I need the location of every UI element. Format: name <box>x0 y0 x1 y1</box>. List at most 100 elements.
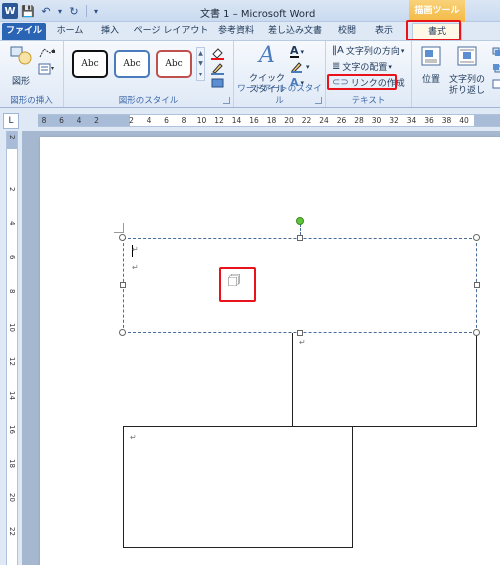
ribbon: 図形 図形の挿入 Abc Abc Abc ▲ ▼ ▾ 図形のスタイル A クイッ… <box>0 40 500 108</box>
shapes-button[interactable] <box>6 45 36 77</box>
redo-icon[interactable]: ↻ <box>66 3 82 19</box>
more-styles-icon[interactable]: ▾ <box>199 71 202 78</box>
document-page[interactable]: ↵ ↵ ↵ ↵ 🗇 <box>40 137 500 565</box>
vertical-ruler[interactable]: 2 2 4 6 8 10 12 14 16 18 20 22 <box>6 131 18 565</box>
undo-dropdown-icon[interactable]: ▾ <box>56 3 64 19</box>
ruler-number: 30 <box>371 116 382 125</box>
ruler-number: 18 <box>266 116 277 125</box>
title-bar: W 💾 ↶ ▾ ↻ ▾ 文書 1 – Microsoft Word 描画ツール <box>0 0 500 22</box>
tab-references[interactable]: 参考資料 <box>214 23 258 40</box>
shapes-label: 図形 <box>11 77 30 87</box>
group-arrange: 位置 文字列の 折り返し <box>412 41 500 107</box>
customize-qat-icon[interactable]: ▾ <box>91 3 101 19</box>
wrap-text-button[interactable] <box>454 45 480 67</box>
ruler-right-margin <box>474 115 500 126</box>
vruler-number: 4 <box>8 221 16 226</box>
quick-styles-button[interactable]: A <box>248 43 286 68</box>
wordart-launcher-icon[interactable] <box>315 97 322 104</box>
rotate-handle[interactable] <box>296 217 304 225</box>
text-box-icon[interactable] <box>38 63 56 75</box>
paragraph-mark: ↵ <box>130 433 137 442</box>
shape-style-swatch-black[interactable]: Abc <box>72 50 108 78</box>
window-title: 文書 1 – Microsoft Word <box>200 9 316 20</box>
wrap-text-icon <box>457 46 477 66</box>
ruler-number: 20 <box>284 116 294 125</box>
text-box-3[interactable]: ↵ <box>123 426 353 548</box>
create-link-highlight <box>327 74 397 90</box>
tab-file[interactable]: ファイル <box>2 23 46 40</box>
ruler-number: 4 <box>76 116 82 125</box>
shape-effects-icon[interactable] <box>210 77 228 89</box>
vruler-top-margin <box>7 131 17 149</box>
undo-icon[interactable]: ↶ <box>38 3 54 19</box>
ruler-number: 6 <box>164 116 169 125</box>
ruler-number: 10 <box>196 116 207 125</box>
scroll-down-icon[interactable]: ▼ <box>198 60 203 67</box>
ruler-number: 38 <box>441 116 452 125</box>
format-tab-highlight <box>406 20 461 41</box>
text-box-2[interactable]: ↵ <box>292 331 477 427</box>
text-align-icon: ≣ <box>332 61 341 72</box>
vruler-number: 22 <box>8 527 16 536</box>
vruler-number: 16 <box>8 425 16 434</box>
vruler-number: 2 <box>8 135 16 140</box>
text-align-button[interactable]: ≣ 文字の配置 ▾ <box>332 60 392 73</box>
document-area[interactable]: ↵ ↵ ↵ ↵ 🗇 <box>22 131 500 565</box>
resize-handle-nw[interactable] <box>119 234 126 241</box>
position-icon <box>421 46 441 66</box>
crop-mark <box>123 223 124 233</box>
horizontal-ruler[interactable]: 8 6 4 2 2 4 6 8 10 12 14 16 18 20 22 24 26 28 30 32 34 36 38 40 <box>38 114 500 127</box>
tab-page-layout[interactable]: ページ レイアウト <box>131 23 211 40</box>
group-label-text: テキスト <box>351 96 386 106</box>
text-align-label: 文字の配置 <box>342 63 388 73</box>
tab-home[interactable]: ホーム <box>50 23 90 40</box>
shape-styles-launcher-icon[interactable] <box>223 97 230 104</box>
shapes-icon <box>10 46 32 65</box>
shape-fill-icon[interactable] <box>210 47 228 60</box>
group-wordart-styles: A クイック スタイル A ▾ ▾ A ▾ ワードアートのスタイル <box>234 41 326 107</box>
text-fill-icon[interactable]: A ▾ <box>290 45 304 58</box>
ruler-number: 28 <box>354 116 364 125</box>
position-button[interactable] <box>418 45 444 67</box>
resize-handle-n[interactable] <box>297 235 303 241</box>
vruler-number: 6 <box>8 255 16 260</box>
vruler-number: 18 <box>8 459 16 468</box>
text-outline-icon[interactable]: ▾ <box>290 61 310 73</box>
tab-selector-button[interactable]: L <box>3 113 19 129</box>
resize-handle-se[interactable] <box>473 329 480 336</box>
qat-separator <box>86 5 87 17</box>
vruler-number: 2 <box>8 187 16 192</box>
text-direction-icon: ‖A <box>332 45 344 56</box>
resize-handle-ne[interactable] <box>473 234 480 241</box>
tab-review[interactable]: 校閲 <box>332 23 362 40</box>
cursor-highlight <box>219 267 256 302</box>
ruler-number: 14 <box>231 116 242 125</box>
save-icon[interactable]: 💾 <box>20 3 36 19</box>
word-app-icon[interactable]: W <box>2 3 18 19</box>
ruler-number: 12 <box>214 116 224 125</box>
selection-outline <box>123 238 477 333</box>
ruler-number: 2 <box>94 116 99 125</box>
resize-handle-s[interactable] <box>297 330 303 336</box>
shape-style-swatch-blue[interactable]: Abc <box>114 50 150 78</box>
resize-handle-w[interactable] <box>120 282 126 288</box>
shape-outline-icon[interactable] <box>210 62 228 75</box>
ruler-number: 24 <box>319 116 329 125</box>
tab-view[interactable]: 表示 <box>368 23 400 40</box>
ruler-number: 36 <box>424 116 434 125</box>
position-label: 位置 <box>421 75 440 85</box>
vruler-number: 12 <box>8 357 16 366</box>
send-backward-icon[interactable] <box>492 63 500 73</box>
tab-insert[interactable]: 挿入 <box>95 23 125 40</box>
resize-handle-e[interactable] <box>474 282 480 288</box>
selection-pane-icon[interactable] <box>492 79 500 89</box>
edit-shape-icon[interactable] <box>38 47 56 59</box>
text-direction-button[interactable]: ‖A 文字列の方向 ▾ <box>332 44 404 57</box>
bring-forward-icon[interactable] <box>492 47 500 57</box>
scroll-up-icon[interactable]: ▲ <box>198 50 203 57</box>
shape-styles-scroll[interactable]: ▲ ▼ ▾ <box>196 47 205 81</box>
tab-mailings[interactable]: 差し込み文書 <box>262 23 328 40</box>
text-direction-label: 文字列の方向 <box>345 47 400 57</box>
resize-handle-sw[interactable] <box>119 329 126 336</box>
shape-style-swatch-red[interactable]: Abc <box>156 50 192 78</box>
